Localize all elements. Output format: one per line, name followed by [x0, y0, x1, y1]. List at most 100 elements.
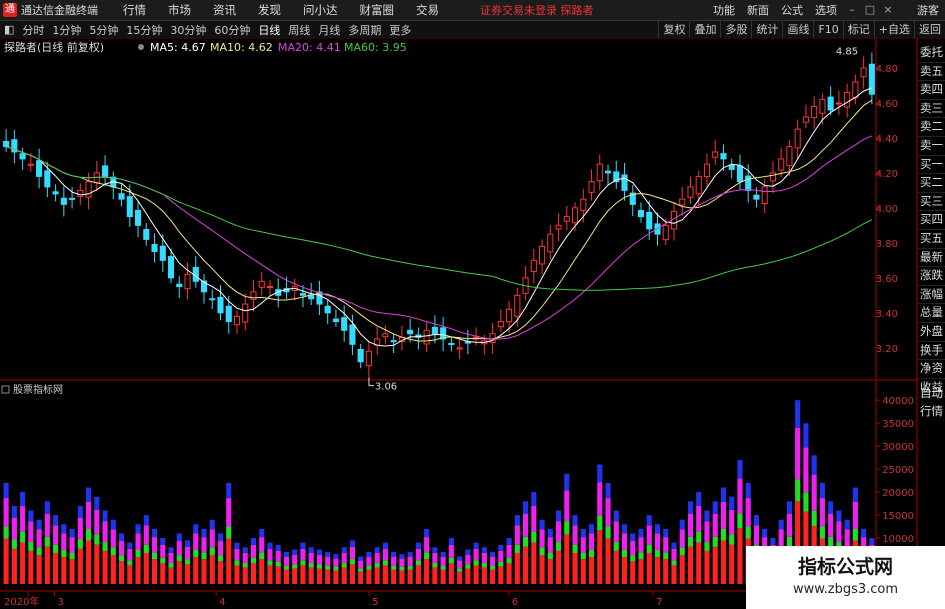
side-tab-ask2[interactable]: 卖二	[918, 118, 945, 137]
side-tab-bid5[interactable]: 买五	[918, 230, 945, 249]
maximize-icon[interactable]: □	[863, 3, 877, 17]
button-add-favorite[interactable]: +自选	[873, 21, 914, 38]
side-tab-net-assets[interactable]: 净资	[918, 360, 945, 379]
button-multi-stock[interactable]: 多股	[720, 21, 751, 38]
side-tab-auto[interactable]: 自动	[918, 385, 945, 403]
volume-bar	[646, 525, 652, 545]
side-tab-bid4[interactable]: 买四	[918, 211, 945, 230]
volume-toggle-icon[interactable]	[1, 385, 10, 394]
volume-bar	[720, 528, 727, 541]
minimize-icon[interactable]: –	[845, 3, 859, 17]
side-tab-ask3[interactable]: 卖三	[918, 100, 945, 119]
menu-functions[interactable]: 功能	[707, 2, 741, 18]
side-tab-ask5[interactable]: 卖五	[918, 63, 945, 82]
volume-bar	[193, 533, 199, 550]
volume-bar	[209, 555, 215, 584]
volume-bar	[151, 528, 158, 538]
candle-body	[497, 321, 504, 328]
volume-bar	[86, 540, 92, 584]
tab-15min[interactable]: 15分钟	[122, 22, 166, 38]
volume-bar	[638, 552, 644, 560]
menu-market[interactable]: 市场	[157, 2, 202, 18]
volume-bar	[547, 528, 553, 538]
candle-body	[604, 170, 612, 174]
volume-bar	[110, 529, 116, 548]
login-notice[interactable]: 证券交易未登录 探路者	[480, 2, 594, 18]
close-icon[interactable]: ×	[881, 3, 895, 17]
tab-1min[interactable]: 1分钟	[48, 22, 85, 38]
candle-body	[143, 228, 150, 240]
volume-bar	[539, 529, 545, 548]
settings-dot-icon[interactable]	[138, 44, 144, 50]
candle-body	[60, 197, 67, 205]
volume-bar	[580, 537, 586, 553]
tab-more[interactable]: 更多	[385, 22, 415, 38]
button-mark[interactable]: 标记	[842, 21, 874, 38]
candle-body	[860, 67, 867, 78]
tab-intraday[interactable]: 分时	[18, 22, 48, 38]
menu-ask[interactable]: 问小达	[292, 2, 349, 18]
button-adjust[interactable]: 复权	[658, 21, 689, 38]
volume-bar	[762, 528, 768, 538]
tab-multi-period[interactable]: 多周期	[344, 22, 385, 38]
tab-daily[interactable]: 日线	[254, 22, 284, 38]
menu-formula[interactable]: 公式	[775, 2, 809, 18]
side-tab-turnover[interactable]: 换手	[918, 342, 945, 361]
volume-bar	[531, 505, 537, 532]
tab-weekly[interactable]: 周线	[284, 22, 314, 38]
guest-user[interactable]: 游客	[911, 2, 945, 18]
volume-bar	[374, 567, 380, 584]
menu-discover[interactable]: 发现	[247, 2, 292, 18]
tab-monthly[interactable]: 月线	[314, 22, 344, 38]
menu-news[interactable]: 资讯	[202, 2, 247, 18]
volume-bar	[86, 487, 92, 502]
volume-bar	[753, 515, 759, 526]
tab-60min[interactable]: 60分钟	[210, 22, 254, 38]
side-tab-bid3[interactable]: 买三	[918, 193, 945, 212]
volume-bar	[473, 565, 479, 584]
volume-bar	[556, 550, 562, 584]
side-tab-bid2[interactable]: 买二	[918, 174, 945, 193]
stock-chart[interactable]: 探路者(日线 前复权) MA5: 4.67 MA10: 4.62 MA20: 4…	[0, 38, 918, 609]
side-tab-total-volume[interactable]: 总量	[918, 304, 945, 323]
candle-body	[868, 63, 875, 95]
menu-market-quotes[interactable]: 行情	[112, 2, 157, 18]
volume-bar	[523, 546, 529, 584]
side-tab-order[interactable]: 委托	[918, 44, 945, 63]
button-draw[interactable]: 画线	[782, 21, 813, 38]
back-arrow-icon[interactable]: ◧	[0, 23, 18, 36]
volume-bar	[770, 538, 776, 545]
side-tab-ask4[interactable]: 卖四	[918, 81, 945, 100]
candle-body	[27, 163, 34, 166]
volume-bar	[704, 550, 710, 584]
side-tab-latest[interactable]: 最新	[918, 249, 945, 268]
volume-bar	[110, 555, 116, 584]
volume-bar	[630, 541, 636, 556]
tab-5min[interactable]: 5分钟	[85, 22, 122, 38]
tab-30min[interactable]: 30分钟	[166, 22, 210, 38]
menu-trade[interactable]: 交易	[405, 2, 450, 18]
side-tab-bid1[interactable]: 买一	[918, 156, 945, 175]
volume-bar	[523, 513, 529, 537]
volume-bar	[127, 548, 133, 561]
side-tab-ask1[interactable]: 卖一	[918, 137, 945, 156]
volume-bar	[654, 533, 661, 550]
menu-new-panel[interactable]: 新面	[741, 2, 775, 18]
side-tab-change-pct[interactable]: 涨幅	[918, 286, 945, 305]
volume-bar	[490, 551, 496, 557]
side-tab-quote[interactable]: 行情	[918, 403, 945, 421]
volume-bar	[250, 538, 257, 545]
candle-body	[802, 116, 809, 123]
volume-bar	[687, 546, 694, 584]
side-tab-change[interactable]: 涨跌	[918, 267, 945, 286]
side-tab-outer[interactable]: 外盘	[918, 323, 945, 342]
menu-options[interactable]: 选项	[809, 2, 843, 18]
volume-bar	[61, 533, 67, 550]
button-f10[interactable]: F10	[813, 21, 842, 38]
button-overlay[interactable]: 叠加	[689, 21, 720, 38]
volume-bar	[547, 552, 553, 560]
button-back[interactable]: 返回	[914, 21, 945, 38]
volume-bar	[44, 546, 50, 584]
menu-wealth[interactable]: 财富圈	[349, 2, 406, 18]
button-stats[interactable]: 统计	[751, 21, 782, 38]
